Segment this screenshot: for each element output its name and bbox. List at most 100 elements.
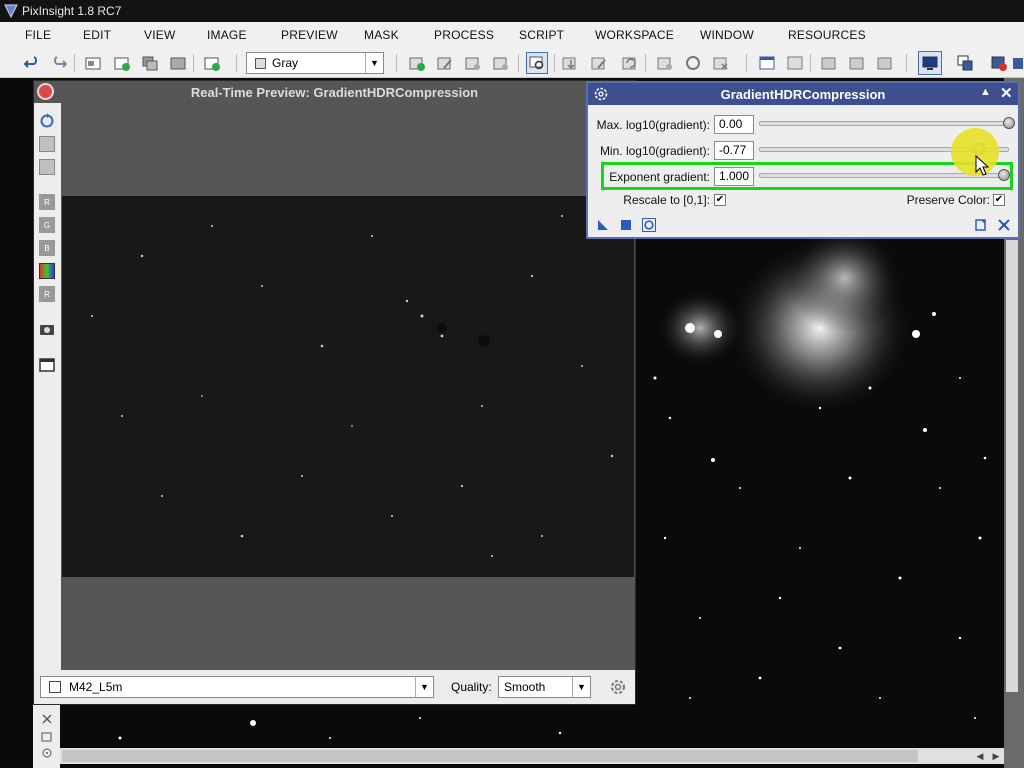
mouse-pointer-icon	[975, 155, 989, 176]
gray-swatch-icon	[255, 57, 266, 69]
menu-edit[interactable]: EDIT	[83, 28, 111, 42]
image-window-icon[interactable]	[84, 54, 102, 72]
real-time-preview-toggle-icon[interactable]	[642, 218, 656, 232]
window-tile-icon[interactable]	[758, 54, 776, 72]
scrollbar-thumb[interactable]	[62, 750, 918, 762]
target-icon[interactable]	[41, 747, 53, 759]
close-all-icon[interactable]	[990, 54, 1008, 72]
redo-icon[interactable]	[50, 54, 68, 72]
preserve-color-checkbox[interactable]: ✔	[993, 194, 1005, 206]
main-toolbar	[0, 48, 1024, 78]
rescale-checkbox[interactable]: ✔	[714, 194, 726, 206]
gear-icon[interactable]	[593, 86, 609, 102]
vertical-scrollbar[interactable]	[1006, 240, 1018, 692]
app-title: PixInsight 1.8 RC7	[22, 4, 122, 18]
close-icon[interactable]	[37, 83, 54, 100]
max-gradient-field[interactable]: 0.00	[714, 115, 754, 134]
menu-mask[interactable]: MASK	[364, 28, 399, 42]
swap-icon[interactable]	[956, 54, 974, 72]
screen-icon[interactable]	[918, 51, 942, 75]
max-gradient-slider-knob[interactable]	[1003, 117, 1015, 129]
close-icon[interactable]: ✕	[1000, 84, 1013, 102]
menu-bar: FILE EDIT VIEW IMAGE PREVIEW MASK PROCES…	[0, 22, 1024, 48]
menu-window[interactable]: WINDOW	[700, 28, 754, 42]
view-icon	[49, 681, 61, 693]
max-gradient-label: Max. log10(gradient):	[596, 118, 710, 132]
gear-icon[interactable]	[609, 678, 627, 696]
process-icon-3[interactable]	[712, 54, 730, 72]
preview-title: Real-Time Preview: GradientHDRCompressio…	[190, 84, 479, 100]
app-title-bar: PixInsight 1.8 RC7	[0, 0, 1024, 22]
scroll-left-icon[interactable]: ◀	[974, 750, 986, 762]
preview-viewport	[61, 103, 635, 670]
zoom-view-icon[interactable]	[39, 159, 55, 175]
duplicate-image-icon[interactable]	[141, 54, 159, 72]
mask-reset-icon[interactable]	[621, 54, 639, 72]
mask-edit-icon[interactable]	[590, 54, 608, 72]
chevron-down-icon: ▼	[572, 677, 590, 697]
mask-apply-icon[interactable]	[561, 54, 579, 72]
documentation-icon[interactable]	[974, 218, 988, 232]
menu-image[interactable]: IMAGE	[207, 28, 247, 42]
refresh-icon[interactable]	[39, 112, 55, 128]
channel-r-alt-button[interactable]: R	[39, 286, 55, 302]
delete-preview-icon[interactable]	[492, 54, 510, 72]
exponent-gradient-label: Exponent gradient:	[609, 170, 710, 184]
quality-select[interactable]: Smooth ▼	[498, 676, 591, 698]
menu-preview[interactable]: PREVIEW	[281, 28, 338, 42]
view-icon-2[interactable]	[848, 54, 866, 72]
process-icon-1[interactable]	[656, 54, 674, 72]
view-icon-3[interactable]	[876, 54, 894, 72]
menu-workspace[interactable]: WORKSPACE	[595, 28, 674, 42]
horizontal-scrollbar[interactable]: ◀ ▶	[60, 748, 1004, 764]
view-selector[interactable]: M42_L5m ▼	[40, 676, 434, 698]
menu-script[interactable]: SCRIPT	[519, 28, 564, 42]
real-time-preview-window: Real-Time Preview: GradientHDRCompressio…	[33, 80, 636, 705]
scroll-right-icon[interactable]: ▶	[990, 750, 1002, 762]
undo-icon[interactable]	[23, 54, 41, 72]
preview-side-toolbar: R G B R	[34, 103, 61, 670]
new-image-icon[interactable]	[113, 54, 131, 72]
toolbar-overflow-icon[interactable]	[1012, 54, 1024, 72]
real-time-preview-icon[interactable]	[526, 52, 548, 74]
camera-icon[interactable]	[39, 321, 55, 337]
new-workspace-icon[interactable]	[203, 54, 221, 72]
new-preview-icon[interactable]	[408, 54, 426, 72]
channel-r-button[interactable]: R	[39, 194, 55, 210]
exponent-gradient-slider-knob[interactable]	[998, 169, 1010, 181]
menu-process[interactable]: PROCESS	[434, 28, 494, 42]
menu-resources[interactable]: RESOURCES	[788, 28, 866, 42]
dialog-title-bar: GradientHDRCompression ▲ ✕	[588, 83, 1018, 105]
color-space-select[interactable]: Gray ▼	[246, 52, 384, 74]
rescale-label: Rescale to [0,1]:	[623, 193, 710, 207]
min-gradient-field[interactable]: -0.77	[714, 141, 754, 160]
new-instance-icon[interactable]	[596, 218, 610, 232]
preview-title-bar: Real-Time Preview: GradientHDRCompressio…	[34, 81, 635, 103]
window-cascade-icon[interactable]	[786, 54, 804, 72]
exponent-gradient-field[interactable]: 1.000	[714, 167, 754, 186]
quality-value: Smooth	[504, 680, 546, 694]
max-gradient-slider[interactable]	[759, 121, 1009, 126]
menu-view[interactable]: VIEW	[144, 28, 175, 42]
menu-file[interactable]: FILE	[25, 28, 51, 42]
edit-preview-icon[interactable]	[436, 54, 454, 72]
zoom-fit-icon[interactable]	[41, 713, 53, 725]
fit-view-icon[interactable]	[39, 136, 55, 152]
min-gradient-label: Min. log10(gradient):	[599, 144, 710, 158]
channel-b-button[interactable]: B	[39, 240, 55, 256]
window-icon[interactable]	[41, 731, 53, 743]
workspace-side-tools	[33, 705, 60, 768]
preview-image	[62, 196, 634, 577]
shade-icon[interactable]: ▲	[980, 86, 991, 98]
preview-zoom-icon[interactable]	[464, 54, 482, 72]
image-properties-icon[interactable]	[169, 54, 187, 72]
apply-global-icon[interactable]	[619, 218, 633, 232]
rgb-channel-icon[interactable]	[39, 263, 55, 279]
preview-bottom-bar: M42_L5m ▼ Quality: Smooth ▼	[34, 670, 635, 704]
channel-g-button[interactable]: G	[39, 217, 55, 233]
view-icon-1[interactable]	[820, 54, 838, 72]
reset-icon[interactable]	[997, 218, 1011, 232]
window-icon[interactable]	[39, 357, 55, 373]
color-space-value: Gray	[272, 56, 299, 70]
process-icon-2[interactable]	[684, 54, 702, 72]
